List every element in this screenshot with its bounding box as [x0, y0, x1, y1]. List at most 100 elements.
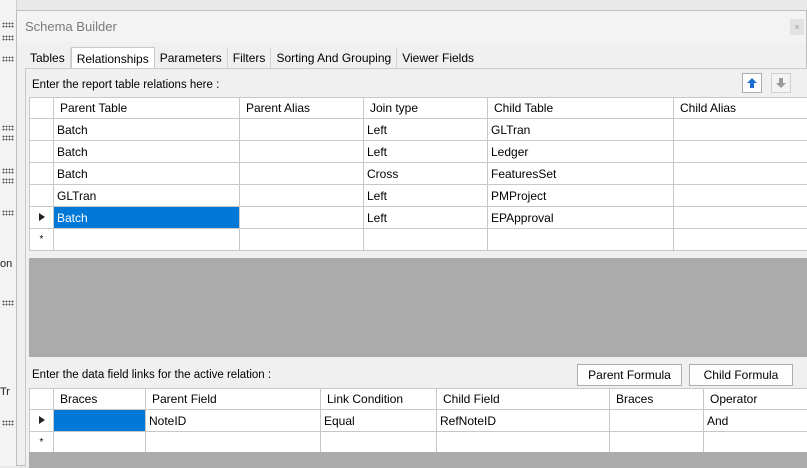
cell-parent-field[interactable]: NoteID: [146, 410, 321, 432]
row-indicator[interactable]: [30, 141, 54, 163]
row-indicator[interactable]: [30, 185, 54, 207]
cell-parent-alias[interactable]: [240, 119, 364, 141]
column-header-braces-close[interactable]: Braces: [610, 389, 704, 410]
cell-parent-table[interactable]: Batch: [54, 207, 240, 229]
column-header-parent-alias[interactable]: Parent Alias: [240, 98, 364, 119]
column-header-child-alias[interactable]: Child Alias: [674, 98, 807, 119]
cell-child-table[interactable]: FeaturesSet: [488, 163, 674, 185]
column-header-child-field[interactable]: Child Field: [437, 389, 610, 410]
column-header-parent-table[interactable]: Parent Table: [54, 98, 240, 119]
cell-child-table[interactable]: EPApproval: [488, 207, 674, 229]
cell-parent-alias[interactable]: [240, 229, 364, 251]
row-indicator[interactable]: [30, 410, 54, 432]
cell-parent-table[interactable]: Batch: [54, 163, 240, 185]
table-row-current[interactable]: Batch Left EPApproval: [30, 207, 807, 229]
column-header-parent-field[interactable]: Parent Field: [146, 389, 321, 410]
dotted-grid: [2, 168, 14, 174]
new-row[interactable]: *: [30, 229, 807, 251]
table-row[interactable]: GLTran Left PMProject: [30, 185, 807, 207]
cell-child-alias[interactable]: [674, 229, 807, 251]
links-grid: Braces Parent Field Link Condition Child…: [29, 388, 807, 454]
column-header-join-type[interactable]: Join type: [364, 98, 488, 119]
cell-braces-close[interactable]: [610, 410, 704, 432]
links-header-row: Braces Parent Field Link Condition Child…: [30, 389, 807, 410]
title-bar: Schema Builder ×: [17, 11, 806, 42]
column-header-link-condition[interactable]: Link Condition: [321, 389, 437, 410]
row-indicator-header: [30, 98, 54, 119]
cell-parent-alias[interactable]: [240, 185, 364, 207]
cell-join-type[interactable]: [364, 229, 488, 251]
row-indicator-header: [30, 389, 54, 410]
column-header-child-table[interactable]: Child Table: [488, 98, 674, 119]
cell-child-table[interactable]: Ledger: [488, 141, 674, 163]
table-row[interactable]: Batch Cross FeaturesSet: [30, 163, 807, 185]
tab-tables[interactable]: Tables: [25, 48, 71, 68]
cell-child-alias[interactable]: [674, 141, 807, 163]
cell-parent-table[interactable]: Batch: [54, 141, 240, 163]
cell-child-table[interactable]: GLTran: [488, 119, 674, 141]
cell-parent-table[interactable]: Batch: [54, 119, 240, 141]
cell-child-alias[interactable]: [674, 163, 807, 185]
schema-builder-dialog: Schema Builder × Tables Relationships Pa…: [16, 10, 807, 466]
dotted-grid: [2, 420, 14, 426]
move-down-button[interactable]: [771, 73, 791, 93]
cell-link-condition[interactable]: Equal: [321, 410, 437, 432]
cell-parent-alias[interactable]: [240, 207, 364, 229]
column-header-operator[interactable]: Operator: [704, 389, 807, 410]
cell-parent-table[interactable]: [54, 229, 240, 251]
cell-parent-field[interactable]: [146, 432, 321, 454]
cell-parent-table[interactable]: GLTran: [54, 185, 240, 207]
tab-relationships[interactable]: Relationships: [71, 47, 155, 68]
cell-join-type[interactable]: Left: [364, 119, 488, 141]
move-up-button[interactable]: [742, 73, 762, 93]
tab-sorting-and-grouping[interactable]: Sorting And Grouping: [271, 48, 397, 68]
cell-child-alias[interactable]: [674, 119, 807, 141]
cell-join-type[interactable]: Cross: [364, 163, 488, 185]
table-row-current[interactable]: NoteID Equal RefNoteID And: [30, 410, 807, 432]
table-row[interactable]: Batch Left GLTran: [30, 119, 807, 141]
cell-join-type[interactable]: Left: [364, 207, 488, 229]
background-fragment: on: [0, 258, 12, 270]
tab-parameters[interactable]: Parameters: [155, 48, 228, 68]
new-row-icon[interactable]: *: [30, 432, 54, 454]
cell-braces-close[interactable]: [610, 432, 704, 454]
row-indicator[interactable]: [30, 163, 54, 185]
dotted-grid: [2, 135, 14, 141]
table-row[interactable]: Batch Left Ledger: [30, 141, 807, 163]
cell-operator[interactable]: And: [704, 410, 807, 432]
cell-parent-alias[interactable]: [240, 163, 364, 185]
background-fragment: Tr: [0, 386, 10, 398]
background-designer-strip: on Tr: [0, 0, 17, 466]
cell-child-field[interactable]: [437, 432, 610, 454]
cell-braces-open[interactable]: [54, 432, 146, 454]
links-label: Enter the data field links for the activ…: [32, 369, 271, 381]
column-header-braces-open[interactable]: Braces: [54, 389, 146, 410]
new-row-icon[interactable]: *: [30, 229, 54, 251]
child-formula-button[interactable]: Child Formula: [689, 364, 793, 386]
cell-join-type[interactable]: Left: [364, 185, 488, 207]
tab-filters[interactable]: Filters: [228, 48, 272, 68]
new-row[interactable]: *: [30, 432, 807, 454]
tab-viewer-fields[interactable]: Viewer Fields: [397, 48, 479, 68]
cell-child-table[interactable]: [488, 229, 674, 251]
cell-parent-alias[interactable]: [240, 141, 364, 163]
close-button[interactable]: ×: [790, 19, 804, 35]
cell-child-table[interactable]: PMProject: [488, 185, 674, 207]
row-indicator[interactable]: [30, 207, 54, 229]
dotted-grid: [2, 210, 14, 216]
cell-child-alias[interactable]: [674, 207, 807, 229]
cell-child-field[interactable]: RefNoteID: [437, 410, 610, 432]
cell-braces-open[interactable]: [54, 410, 146, 432]
relationships-panel: Enter the report table relations here : …: [25, 68, 807, 467]
parent-formula-button[interactable]: Parent Formula: [577, 364, 682, 386]
cell-join-type[interactable]: Left: [364, 141, 488, 163]
cell-link-condition[interactable]: [321, 432, 437, 454]
dotted-grid: [2, 178, 14, 184]
row-indicator[interactable]: [30, 119, 54, 141]
window-title: Schema Builder: [25, 19, 117, 34]
cell-child-alias[interactable]: [674, 185, 807, 207]
dotted-grid: [2, 300, 14, 306]
dotted-grid: [2, 35, 14, 41]
dotted-grid: [2, 125, 14, 131]
cell-operator[interactable]: [704, 432, 807, 454]
